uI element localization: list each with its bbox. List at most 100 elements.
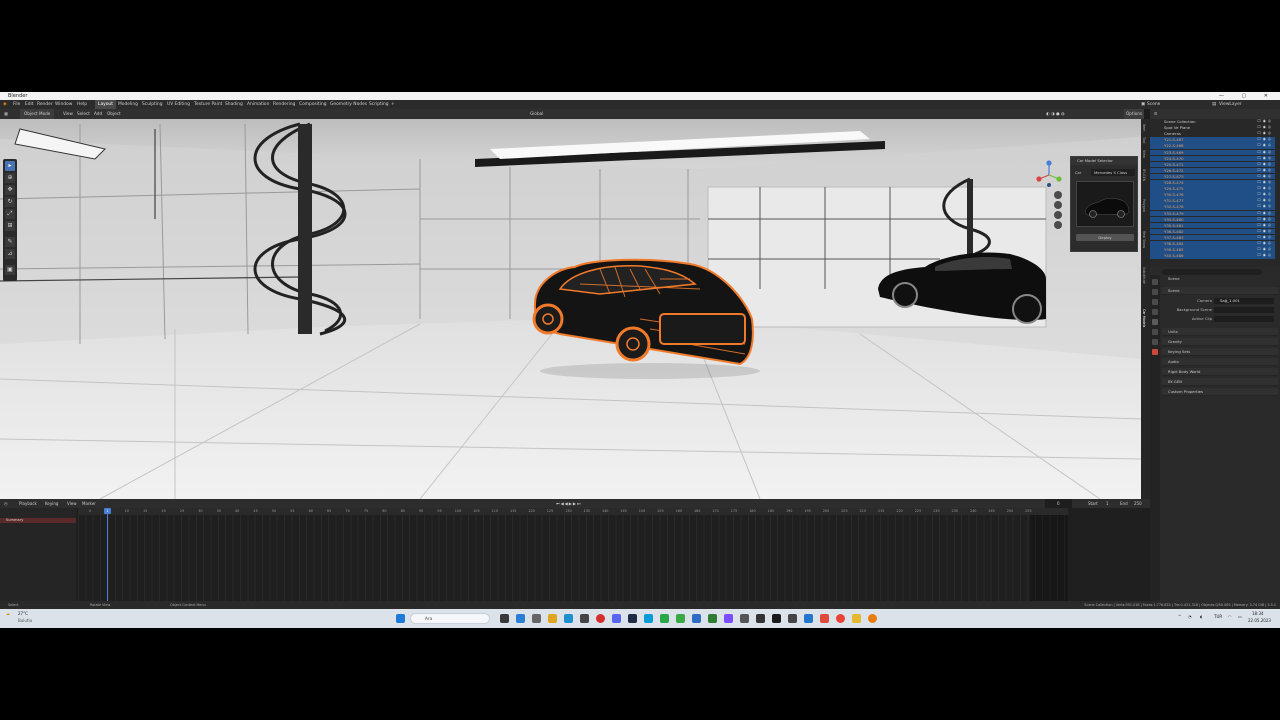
annotate-tool-icon[interactable]: ✎ <box>5 237 15 247</box>
visual-studio-icon[interactable] <box>724 614 733 623</box>
outliner-item[interactable]: Cameras ☐◉◎ <box>1150 131 1275 137</box>
summary-channel[interactable]: Summary <box>0 518 76 523</box>
tray-network-icon[interactable]: ◔ <box>1188 614 1192 619</box>
outliner-item[interactable]: Spot Ve Plane ☐◉◎ <box>1150 125 1275 131</box>
weather-icon[interactable]: ☁ <box>6 611 10 616</box>
tab-compositing[interactable]: Compositing <box>299 100 327 109</box>
visibility-eye-icon[interactable]: ☐◉◎ <box>1258 137 1274 143</box>
outliner-item[interactable]: Y40-S-486 ☐◉◎ <box>1150 253 1275 259</box>
start-button-icon[interactable] <box>396 614 405 623</box>
tab-sculpting[interactable]: Sculpting <box>142 100 163 109</box>
measure-tool-icon[interactable]: ⊿ <box>5 249 15 259</box>
deploy-button[interactable]: Deploy <box>1076 234 1134 241</box>
visibility-eye-icon[interactable]: ☐◉◎ <box>1258 168 1274 174</box>
gravity-section[interactable]: Gravity <box>1162 338 1278 346</box>
outliner-item[interactable]: Y33-S-479 ☐◉◎ <box>1150 210 1275 217</box>
texture-tab-icon[interactable] <box>1152 349 1158 355</box>
file-explorer-icon[interactable] <box>548 614 557 623</box>
whatsapp-icon[interactable] <box>660 614 669 623</box>
visibility-eye-icon[interactable]: ☐◉◎ <box>1258 235 1274 241</box>
outliner-item[interactable]: Y31-S-477 ☐◉◎ <box>1150 198 1275 204</box>
tab-tool[interactable]: Tool <box>1142 137 1146 143</box>
menu-playback[interactable]: Playback <box>19 499 37 508</box>
tab-view[interactable]: View <box>1142 150 1146 158</box>
visibility-eye-icon[interactable]: ☐◉◎ <box>1258 241 1274 247</box>
viewlayer-selector[interactable]: ViewLayer <box>1219 100 1242 109</box>
by-gen-section[interactable]: BY-GEN <box>1162 378 1278 386</box>
scale-tool-icon[interactable]: ⤢ <box>5 209 15 219</box>
render-tab-icon[interactable] <box>1152 289 1158 295</box>
outliner-item[interactable]: Y26-S-472 ☐◉◎ <box>1150 167 1275 174</box>
input-language[interactable]: TUR <box>1214 614 1222 619</box>
task-view-icon[interactable] <box>500 614 509 623</box>
outliner-item[interactable]: Y38-S-484 ☐◉◎ <box>1150 241 1275 247</box>
notion-icon[interactable] <box>628 614 637 623</box>
menu-timeline-view[interactable]: View <box>67 499 77 508</box>
menu-object[interactable]: Object <box>107 109 121 119</box>
menu-select[interactable]: Select <box>77 109 90 119</box>
visibility-eye-icon[interactable]: ☐◉◎ <box>1258 229 1274 235</box>
outliner-item[interactable]: Y21-S-467 ☐◉◎ <box>1150 137 1275 143</box>
visibility-eye-icon[interactable]: ☐◉◎ <box>1258 198 1274 204</box>
timeline-editor-icon[interactable]: ◷ <box>4 499 8 508</box>
edge-icon[interactable] <box>564 614 573 623</box>
tray-chevron-icon[interactable]: ^ <box>1178 614 1181 619</box>
mode-selector[interactable]: Object Mode <box>20 109 55 119</box>
units-section[interactable]: Units <box>1162 328 1278 336</box>
menu-file[interactable]: File <box>13 100 20 109</box>
camera-field[interactable]: Sağ_1.001 <box>1214 298 1274 304</box>
output-tab-icon[interactable] <box>1152 299 1158 305</box>
custom-properties-section[interactable]: Custom Properties <box>1162 388 1278 396</box>
vscode-icon[interactable] <box>804 614 813 623</box>
scene-selector[interactable]: Scene <box>1147 100 1160 109</box>
navigation-gizmo[interactable] <box>1035 159 1063 189</box>
menu-keying[interactable]: Keying <box>45 499 58 508</box>
tray-wifi-icon[interactable]: ◠ <box>1228 614 1232 619</box>
zoom-icon[interactable] <box>1054 191 1062 199</box>
tab-car-models[interactable]: Car Models <box>1142 309 1146 327</box>
visibility-eye-icon[interactable]: ☐◉◎ <box>1258 119 1274 125</box>
chrome-icon[interactable] <box>836 614 845 623</box>
tab-uv-editing[interactable]: UV Editing <box>167 100 190 109</box>
outliner-item[interactable]: Y36-S-482 ☐◉◎ <box>1150 228 1275 235</box>
visibility-eye-icon[interactable]: ☐◉◎ <box>1258 192 1274 198</box>
visibility-eye-icon[interactable]: ☐◉◎ <box>1258 143 1274 149</box>
pan-hand-icon[interactable] <box>1054 201 1062 209</box>
clock-time[interactable]: 18:34 <box>1252 611 1264 616</box>
keying-sets-section[interactable]: Keying Sets <box>1162 348 1278 356</box>
outliner-item[interactable]: Y23-S-469 ☐◉◎ <box>1150 149 1275 156</box>
tab-shading[interactable]: Shading <box>225 100 243 109</box>
view-layer-tab-icon[interactable] <box>1152 309 1158 315</box>
visibility-eye-icon[interactable]: ☐◉◎ <box>1258 174 1274 180</box>
visibility-eye-icon[interactable]: ☐◉◎ <box>1258 247 1274 253</box>
telegram-icon[interactable] <box>644 614 653 623</box>
editor-type-icon[interactable]: ▦ <box>4 109 8 119</box>
options-button[interactable]: Options <box>1124 109 1145 119</box>
outliner-item[interactable]: Y24-S-470 ☐◉◎ <box>1150 155 1275 162</box>
visibility-eye-icon[interactable]: ☐◉◎ <box>1258 217 1274 223</box>
tab-animation[interactable]: Animation <box>247 100 269 109</box>
visibility-eye-icon[interactable]: ☐◉◎ <box>1258 150 1274 156</box>
tab-rendering[interactable]: Rendering <box>273 100 295 109</box>
visibility-eye-icon[interactable]: ☐◉◎ <box>1258 180 1274 186</box>
taskbar-search[interactable]: Ara <box>410 613 490 624</box>
add-cube-tool-icon[interactable]: ▣ <box>5 265 15 275</box>
background-scene-field[interactable] <box>1214 307 1274 313</box>
current-frame-field[interactable]: 0 <box>1045 499 1072 508</box>
app-blue-icon[interactable] <box>692 614 701 623</box>
folder-icon[interactable] <box>852 614 861 623</box>
tab-modeling[interactable]: Modeling <box>118 100 138 109</box>
playback-controls-icon[interactable]: ⏮◀◀▶▶⏭ <box>556 499 582 508</box>
outliner-item[interactable]: Y29-S-475 ☐◉◎ <box>1150 186 1275 192</box>
visibility-eye-icon[interactable]: ☐◉◎ <box>1258 125 1274 131</box>
move-tool-icon[interactable]: ✥ <box>5 185 15 195</box>
menu-edit[interactable]: Edit <box>25 100 34 109</box>
tray-battery-icon[interactable]: ▭ <box>1238 614 1242 619</box>
visibility-eye-icon[interactable]: ☐◉◎ <box>1258 253 1274 259</box>
menu-marker[interactable]: Marker <box>82 499 96 508</box>
outliner-item[interactable]: Y32-S-478 ☐◉◎ <box>1150 204 1275 210</box>
visibility-eye-icon[interactable]: ☐◉◎ <box>1258 211 1274 217</box>
outliner-item[interactable]: Y35-S-481 ☐◉◎ <box>1150 222 1275 229</box>
3d-viewport[interactable]: ▸ ⊕ ✥ ↻ ⤢ ⊞ ✎ ⊿ ▣ Car Model Selector Car… <box>0 119 1141 499</box>
tab-real-snow[interactable]: Real Snow <box>1142 231 1146 248</box>
